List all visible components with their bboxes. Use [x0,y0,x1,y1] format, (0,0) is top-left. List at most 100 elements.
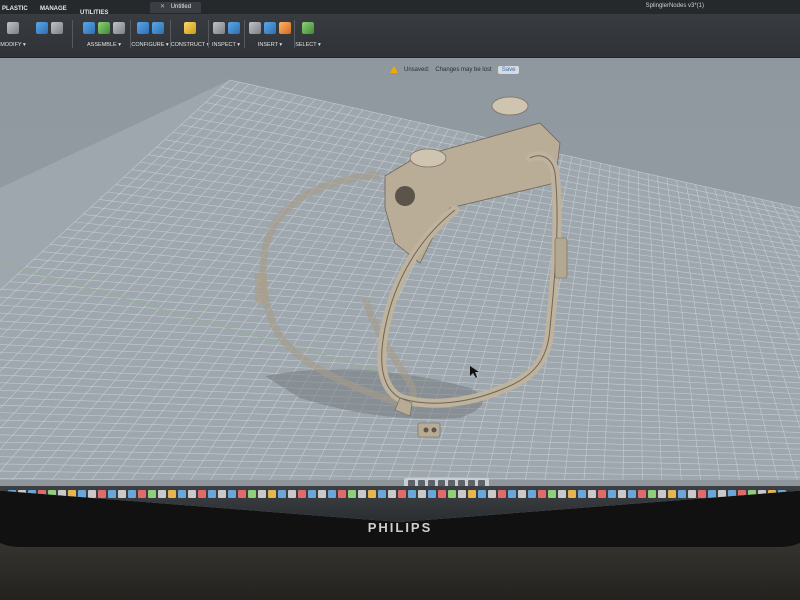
timeline-feature-icon[interactable] [358,490,366,498]
select-group[interactable]: SELECT ▾ [295,18,321,56]
timeline-feature-icon[interactable] [518,490,526,498]
timeline-feature-icon[interactable] [428,490,436,498]
tab-manage[interactable]: MANAGE [40,6,67,12]
timeline-feature-icon[interactable] [498,490,506,498]
insert-group[interactable]: INSERT ▾ [248,18,292,56]
timeline-feature-icon[interactable] [318,490,326,498]
timeline-feature-icon[interactable] [708,490,716,498]
timeline-feature-icon[interactable] [138,490,146,498]
timeline-feature-icon[interactable] [488,490,496,498]
assemble-label: ASSEMBLE ▾ [87,42,121,48]
timeline-feature-icon[interactable] [618,490,626,498]
tab-plastic[interactable]: PLASTIC [2,6,28,12]
timeline-feature-icon[interactable] [688,490,696,498]
timeline-feature-icon[interactable] [128,490,136,498]
timeline-feature-icon[interactable] [198,490,206,498]
timeline-feature-icon[interactable] [638,490,646,498]
box-tools-group[interactable] [35,18,63,56]
timeline-feature-icon[interactable] [268,490,276,498]
timeline-feature-icon[interactable] [188,490,196,498]
inspect-label: INSPECT ▾ [211,42,241,48]
warning-icon [390,66,398,73]
measure-icon[interactable] [212,22,225,34]
timeline-feature-icon[interactable] [648,490,656,498]
as-built-joint-icon[interactable] [113,22,125,34]
timeline-feature-icon[interactable] [448,490,456,498]
section-icon[interactable] [227,22,240,34]
timeline-feature-icon[interactable] [468,490,476,498]
timeline-feature-icon[interactable] [178,490,186,498]
timeline-feature-icon[interactable] [278,490,286,498]
assemble-group[interactable]: ASSEMBLE ▾ [80,18,128,56]
timeline-feature-icon[interactable] [228,490,236,498]
timeline-feature-icon[interactable] [158,490,166,498]
hinge-hole-icon [431,427,437,433]
timeline-feature-icon[interactable] [568,490,576,498]
timeline-feature-icon[interactable] [678,490,686,498]
timeline-feature-icon[interactable] [298,490,306,498]
tab-utilities[interactable]: UTILITIES [80,10,108,16]
3d-viewport[interactable] [0,58,800,480]
timeline-feature-icon[interactable] [658,490,666,498]
timeline-feature-icon[interactable] [538,490,546,498]
timeline-feature-icon[interactable] [148,490,156,498]
timeline-feature-icon[interactable] [248,490,256,498]
timeline-feature-icon[interactable] [348,490,356,498]
timeline-feature-icon[interactable] [608,490,616,498]
timeline-feature-icon[interactable] [308,490,316,498]
timeline-feature-icon[interactable] [118,490,126,498]
timeline-feature-icon[interactable] [478,490,486,498]
timeline-feature-icon[interactable] [588,490,596,498]
timeline-feature-icon[interactable] [208,490,216,498]
timeline-feature-icon[interactable] [98,490,106,498]
timeline-feature-icon[interactable] [378,490,386,498]
timeline-feature-icon[interactable] [78,490,86,498]
knob-left[interactable] [409,148,447,168]
timeline-feature-icon[interactable] [218,490,226,498]
timeline-feature-icon[interactable] [438,490,446,498]
timeline-feature-icon[interactable] [238,490,246,498]
timeline-feature-icon[interactable] [88,490,96,498]
timeline-feature-icon[interactable] [288,490,296,498]
insert-mesh-icon[interactable] [279,22,291,34]
configure-group[interactable]: CONFIGURE ▾ [131,18,169,56]
timeline-feature-icon[interactable] [328,490,336,498]
move-icon[interactable] [50,22,63,34]
close-tab-icon[interactable]: ✕ [160,2,165,13]
timeline-feature-icon[interactable] [338,490,346,498]
timeline-feature-icon[interactable] [408,490,416,498]
box-icon[interactable] [35,22,48,34]
timeline-feature-icon[interactable] [258,490,266,498]
construct-group[interactable]: CONSTRUCT ▾ [171,18,209,56]
timeline-feature-icon[interactable] [558,490,566,498]
timeline-feature-icon[interactable] [668,490,676,498]
timeline-feature-icon[interactable] [388,490,396,498]
timeline-feature-icon[interactable] [628,490,636,498]
timeline-feature-icon[interactable] [418,490,426,498]
inspect-group[interactable]: INSPECT ▾ [212,18,240,56]
insert-derive-icon[interactable] [249,22,261,34]
hinge-tab [417,422,441,438]
timeline-feature-icon[interactable] [548,490,556,498]
timeline-feature-icon[interactable] [578,490,586,498]
timeline-feature-icon[interactable] [598,490,606,498]
timeline-feature-icon[interactable] [108,490,116,498]
new-component-icon[interactable] [83,22,95,34]
knob-right[interactable] [491,96,529,116]
save-button[interactable]: Save [497,65,520,74]
document-tab[interactable]: ✕ Untitled [150,2,202,13]
timeline-feature-icon[interactable] [698,490,706,498]
table-icon[interactable] [136,22,149,34]
timeline-feature-icon[interactable] [528,490,536,498]
timeline-feature-icon[interactable] [168,490,176,498]
select-icon[interactable] [302,22,314,34]
insert-image-icon[interactable] [264,22,276,34]
modify-group[interactable]: MODIFY ▾ [0,18,28,56]
timeline-feature-icon[interactable] [398,490,406,498]
joint-icon[interactable] [98,22,110,34]
plane-icon[interactable] [184,22,196,34]
timeline-feature-icon[interactable] [368,490,376,498]
timeline-feature-icon[interactable] [508,490,516,498]
timeline-feature-icon[interactable] [458,490,466,498]
configure-icon[interactable] [151,22,164,34]
